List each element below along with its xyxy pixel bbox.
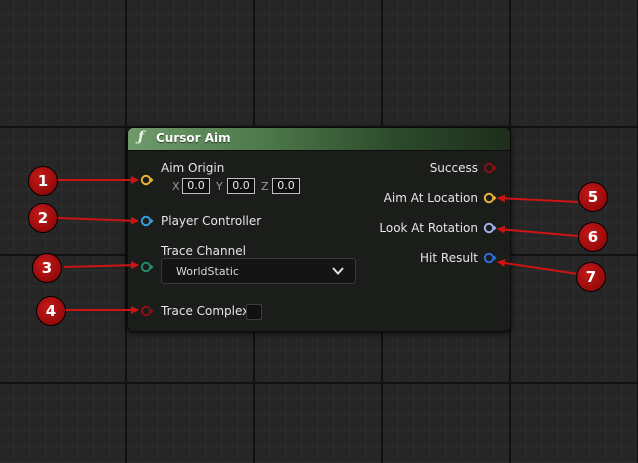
arrow-7 (497, 259, 579, 275)
arrow-5 (497, 194, 579, 203)
arrow-2 (57, 216, 139, 225)
badge-3: 3 (32, 253, 62, 283)
arrow-3 (63, 261, 139, 270)
badge-1: 1 (28, 166, 58, 196)
arrow-6 (497, 225, 579, 237)
badge-4: 4 (36, 296, 66, 326)
badge-5: 5 (578, 182, 608, 212)
badge-2: 2 (28, 203, 58, 233)
badge-7: 7 (576, 262, 606, 292)
badge-6: 6 (578, 222, 608, 252)
annotation-arrows (57, 176, 579, 314)
